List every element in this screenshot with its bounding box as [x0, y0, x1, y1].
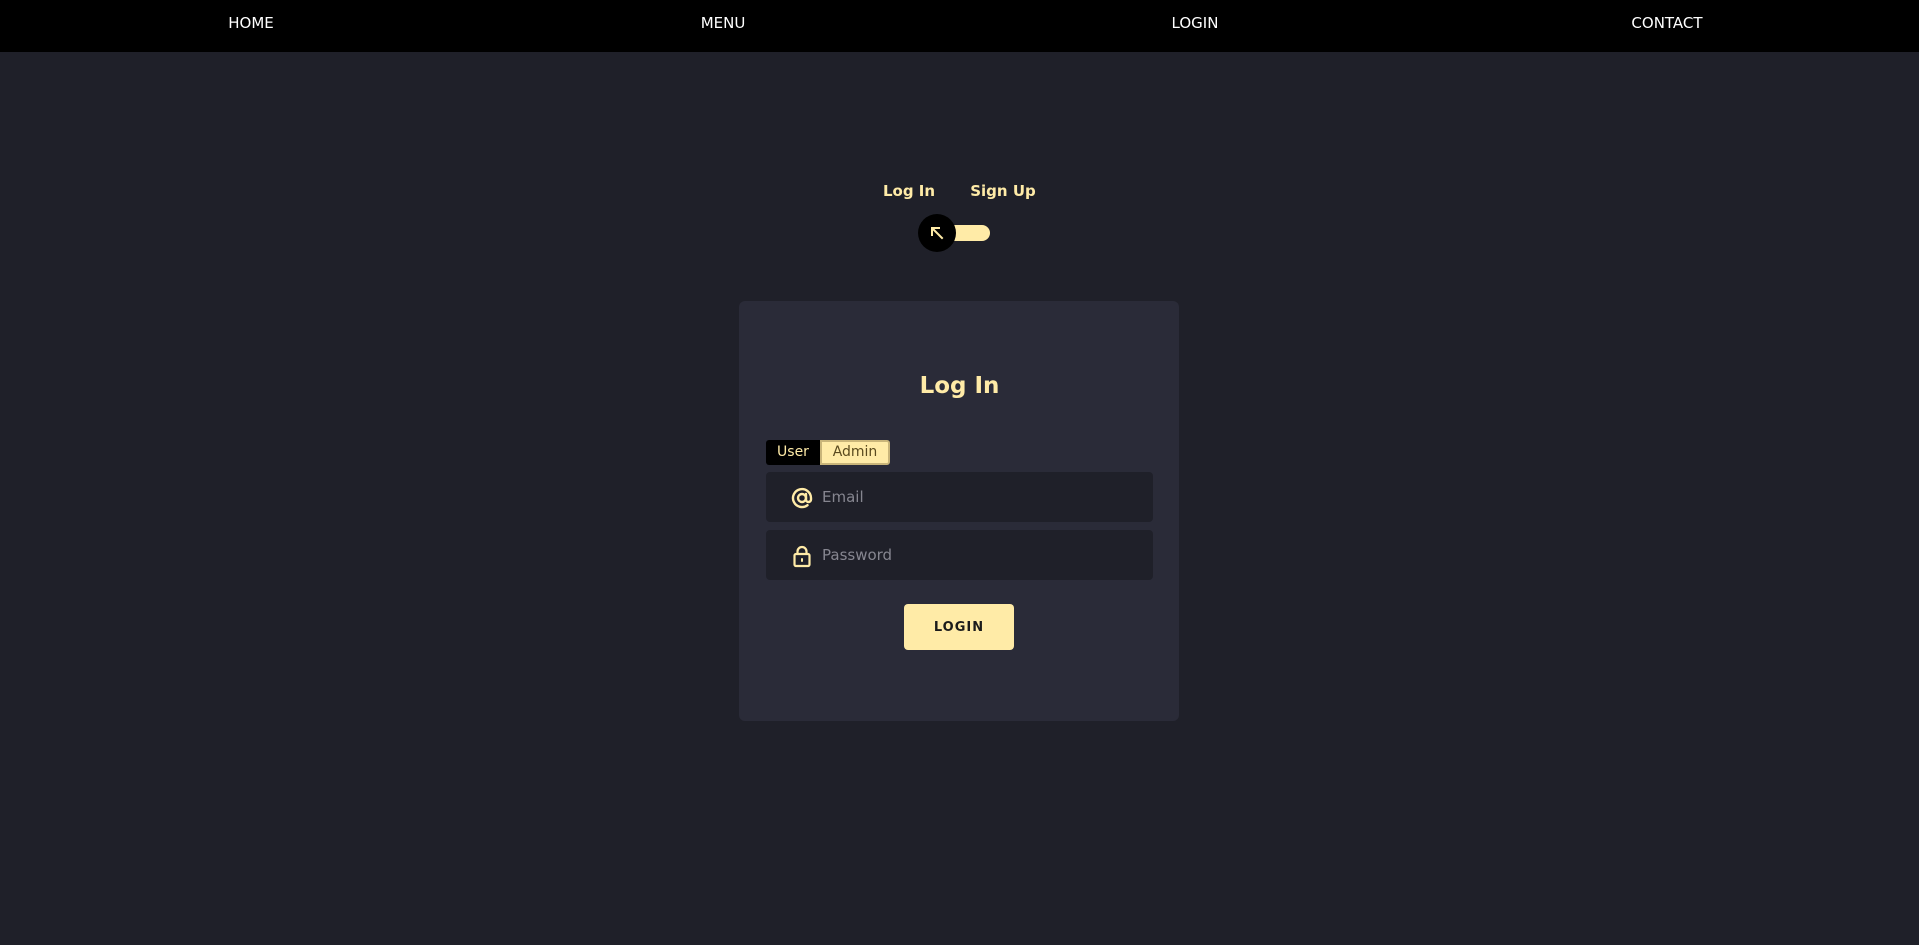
password-field: [766, 530, 1153, 580]
nav-link-login[interactable]: LOGIN: [1172, 14, 1219, 32]
nav-link-menu[interactable]: MENU: [701, 14, 746, 32]
login-button-label: LOGIN: [933, 619, 985, 635]
nav-link-contact[interactable]: CONTACT: [1631, 14, 1702, 32]
top-navigation-bar: HOME MENU LOGIN CONTACT: [0, 0, 1919, 52]
email-input[interactable]: [822, 472, 1142, 522]
arrow-up-left-icon: [931, 227, 944, 240]
login-submit-button[interactable]: LOGIN: [904, 604, 1014, 650]
lock-icon: [793, 545, 811, 568]
toggle-knob[interactable]: [918, 214, 956, 252]
switch-label-signup[interactable]: Sign Up: [970, 182, 1036, 200]
role-tab-user[interactable]: User: [766, 440, 820, 465]
form-title: Log In: [919, 373, 1000, 399]
switch-label-login[interactable]: Log In: [883, 182, 935, 200]
email-field: [766, 472, 1153, 522]
at-sign-icon: [791, 487, 813, 509]
role-tab-admin[interactable]: Admin: [820, 440, 890, 465]
nav-link-home[interactable]: HOME: [228, 14, 274, 32]
password-input[interactable]: [822, 530, 1142, 580]
